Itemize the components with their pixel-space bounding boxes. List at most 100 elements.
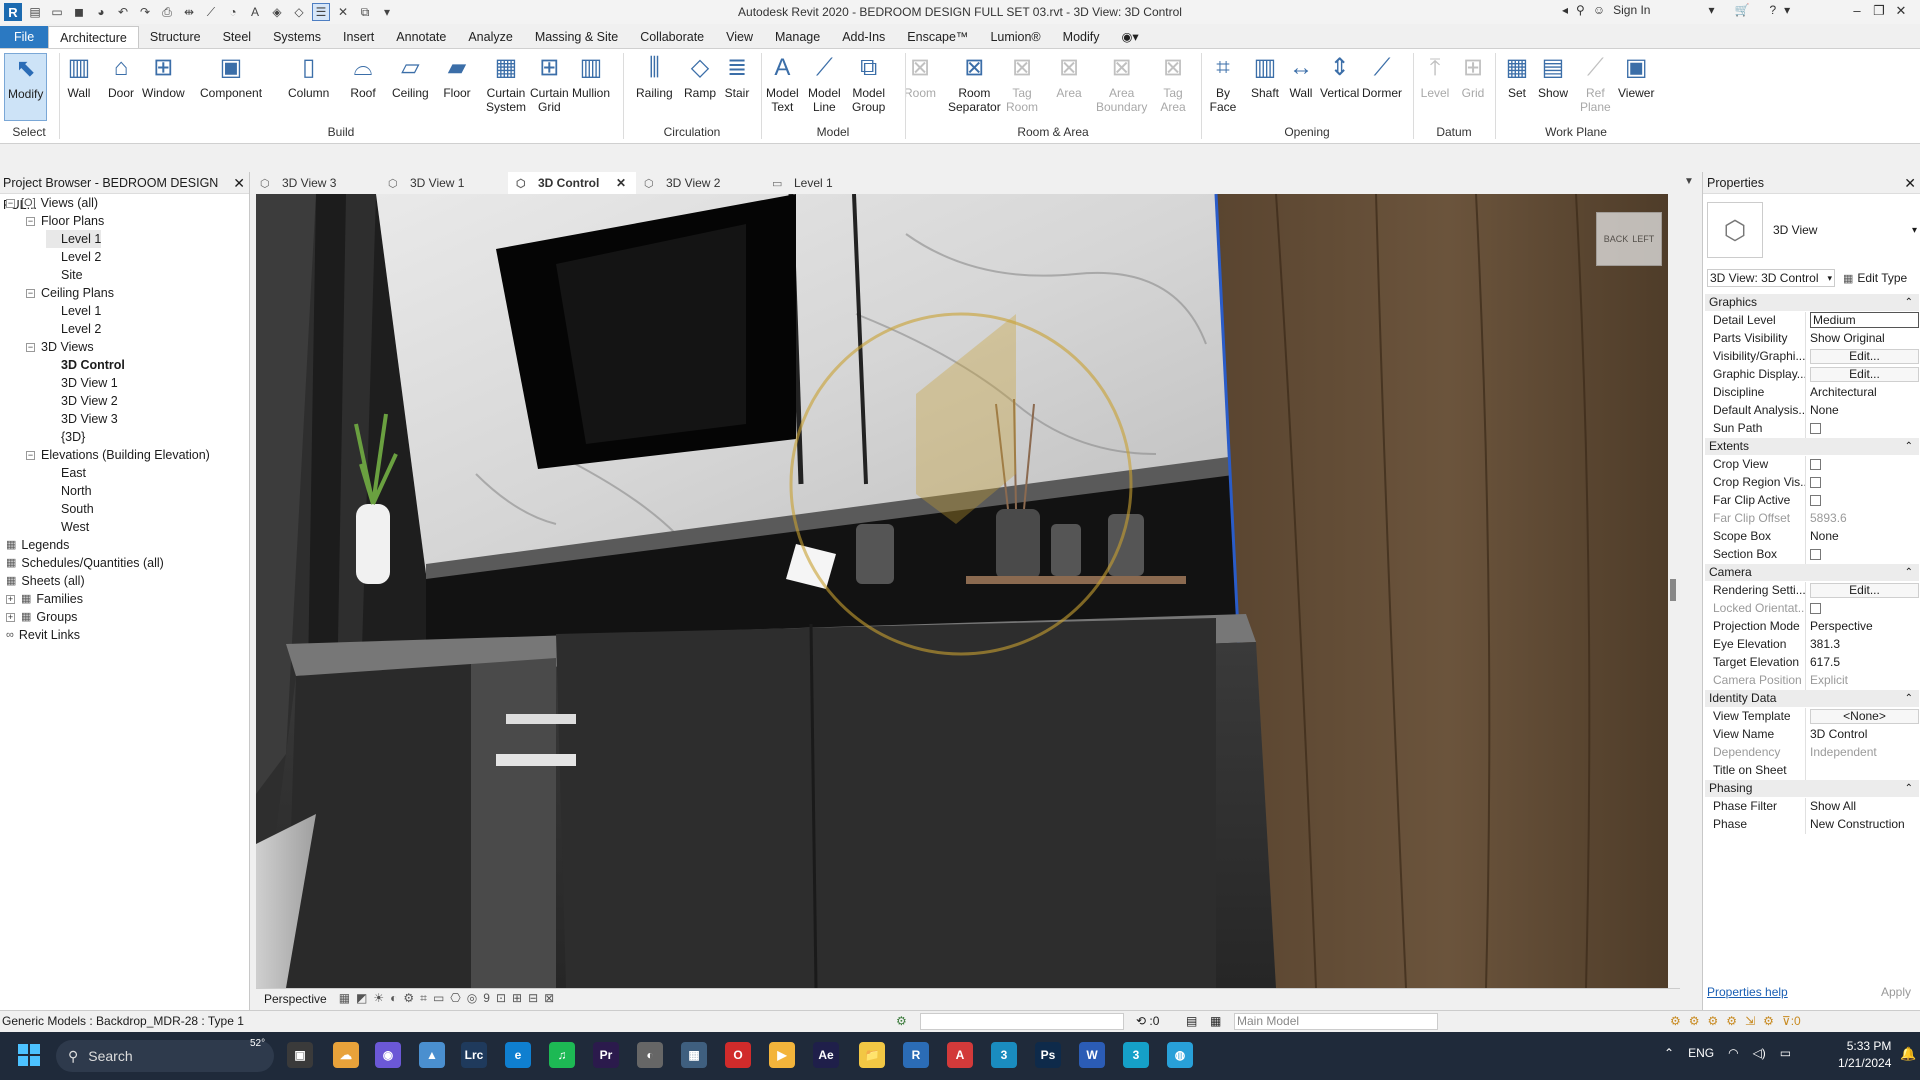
type-dropdown-icon[interactable]: ▾ [1912, 225, 1917, 236]
tree-item[interactable]: West [46, 518, 89, 536]
property-group-header[interactable]: Phasing ⌃ [1705, 780, 1919, 797]
property-value-text[interactable]: 5893.6 [1810, 511, 1847, 525]
taskbar-app-icon[interactable]: ▦ [681, 1042, 707, 1068]
property-value-text[interactable]: 3D Control [1810, 727, 1867, 741]
background-process-icon[interactable]: ⚙ [1763, 1011, 1774, 1032]
property-checkbox[interactable] [1810, 423, 1821, 434]
apply-button[interactable]: Apply [1881, 985, 1911, 999]
room-button[interactable]: ⊠ Room [904, 53, 936, 101]
wifi-icon[interactable]: ◠ [1728, 1046, 1738, 1060]
model-text-button[interactable]: A Model Text [766, 53, 799, 115]
edit-type-button[interactable]: Edit Type [1857, 271, 1907, 285]
scrollbar-thumb[interactable] [1670, 579, 1676, 601]
ribbon-tab[interactable]: Analyze [457, 26, 523, 48]
property-value[interactable]: Medium [1805, 312, 1919, 330]
property-value-text[interactable]: Explicit [1810, 673, 1848, 687]
account-dropdown-icon[interactable]: ▾ [1708, 3, 1714, 17]
view-tab[interactable]: ⬡ 3D View 2 [636, 172, 764, 194]
floor-button[interactable]: ▰ Floor [442, 53, 472, 101]
taskbar-app-icon[interactable]: O [725, 1042, 751, 1068]
cart-icon[interactable]: 🛒 [1734, 3, 1749, 17]
tree-item[interactable]: − Floor Plans [26, 212, 104, 230]
property-checkbox[interactable] [1810, 549, 1821, 560]
property-value[interactable] [1805, 474, 1919, 492]
window-button[interactable]: ⊞ Window [142, 53, 185, 101]
taskbar-app-icon[interactable]: W [1079, 1042, 1105, 1068]
tree-item[interactable]: ▦ Schedules/Quantities (all) [6, 554, 164, 572]
taskbar-app-icon[interactable]: R [903, 1042, 929, 1068]
ramp-button[interactable]: ◇ Ramp [684, 53, 716, 101]
sync-icon[interactable]: ◕ [92, 3, 110, 21]
dimension-icon[interactable]: ⟋ [202, 3, 220, 21]
property-value[interactable]: 617.5 [1805, 654, 1919, 672]
tree-item[interactable]: 3D Control [46, 356, 125, 374]
property-edit-button[interactable]: Edit... [1810, 367, 1919, 382]
taskbar-app-icon[interactable]: Lrc [461, 1042, 487, 1068]
level-button[interactable]: ⤒ Level [1420, 53, 1450, 101]
weather-temperature[interactable]: 52° [250, 1038, 265, 1049]
property-value[interactable] [1805, 456, 1919, 474]
properties-help-link[interactable]: Properties help [1707, 985, 1788, 999]
viewer-button[interactable]: ▣ Viewer [1618, 53, 1654, 101]
taskbar-app-icon[interactable]: A [947, 1042, 973, 1068]
area-button[interactable]: ⊠ Area [1054, 53, 1084, 101]
property-value-text[interactable]: Medium [1810, 312, 1919, 328]
notification-icon[interactable]: 🔔 [1900, 1046, 1916, 1062]
worksharing-icon[interactable]: ⊞ [512, 991, 522, 1006]
curtain-system-button[interactable]: ▦ Curtain System [486, 53, 526, 115]
design-option-dropdown[interactable]: Main Model [1234, 1013, 1438, 1030]
tree-item[interactable]: − Elevations (Building Elevation) [26, 446, 210, 464]
print-icon[interactable]: ⎙ [158, 3, 176, 21]
property-value[interactable]: Show Original [1805, 330, 1919, 348]
minimize-icon[interactable]: – [1846, 3, 1868, 19]
ribbon-panel-label[interactable]: Room & Area [906, 125, 1200, 139]
filter-icon[interactable]: ⊽:0 [1782, 1011, 1801, 1032]
property-value[interactable] [1805, 546, 1919, 564]
ribbon-panel-label[interactable]: Opening [1202, 125, 1412, 139]
ribbon-panel-label[interactable]: Build [60, 125, 622, 139]
property-value[interactable] [1805, 762, 1919, 780]
curtain-grid-button[interactable]: ⊞ Curtain Grid [530, 53, 569, 115]
tree-item[interactable]: North [46, 482, 92, 500]
show-button[interactable]: ▤ Show [1538, 53, 1568, 101]
ribbon-tab[interactable]: Manage [764, 26, 831, 48]
ribbon-tab[interactable]: File [0, 26, 49, 48]
wall-button[interactable]: ↔ Wall [1286, 53, 1316, 101]
component-button[interactable]: ▣ Component [200, 53, 262, 101]
switch-windows-icon[interactable]: ⧉ [356, 3, 374, 21]
start-button[interactable] [18, 1044, 40, 1066]
property-value[interactable]: Independent [1805, 744, 1919, 762]
view-tab[interactable]: ⬡ 3D View 1 [380, 172, 508, 194]
roof-button[interactable]: ⌓ Roof [348, 53, 378, 101]
save-icon[interactable]: ◼ [70, 3, 88, 21]
redo-icon[interactable]: ↷ [136, 3, 154, 21]
expand-toggle-icon[interactable]: − [6, 198, 15, 208]
sun-path-icon[interactable]: ☀ [373, 991, 384, 1006]
select-face-icon[interactable]: ⚙ [1726, 1011, 1737, 1032]
property-value-text[interactable]: New Construction [1810, 817, 1905, 831]
section-icon[interactable]: ◇ [290, 3, 308, 21]
tree-item[interactable]: −3D Views [26, 338, 94, 356]
ribbon-tab[interactable]: Enscape™ [896, 26, 979, 48]
property-value-text[interactable]: Independent [1810, 745, 1877, 759]
help-icon[interactable]: ? [1769, 3, 1776, 17]
tree-item[interactable]: 3D View 2 [46, 392, 118, 410]
ribbon-panel-label[interactable]: Model [762, 125, 904, 139]
sign-in-link[interactable]: Sign In [1613, 3, 1650, 17]
area-boundary-button[interactable]: ⊠ Area Boundary [1096, 53, 1147, 115]
render-icon[interactable]: ⚙ [403, 991, 414, 1006]
dormer-button[interactable]: ⟋ Dormer [1362, 53, 1402, 101]
property-value-text[interactable]: Perspective [1810, 619, 1873, 633]
taskbar-app-icon[interactable]: 3 [1123, 1042, 1149, 1068]
left-arrow-icon[interactable]: ◂ [1562, 3, 1568, 17]
property-group-header[interactable]: Extents ⌃ [1705, 438, 1919, 455]
ribbon-tab[interactable]: Structure [139, 26, 212, 48]
restore-icon[interactable]: ❐ [1868, 3, 1890, 19]
property-value[interactable]: None [1805, 528, 1919, 546]
folder-icon[interactable]: ▭ [48, 3, 66, 21]
shaft-button[interactable]: ▥ Shaft [1250, 53, 1280, 101]
property-value[interactable]: <None> [1805, 708, 1919, 726]
lock-3d-icon[interactable]: ⎔ [450, 991, 460, 1006]
clock[interactable]: 5:33 PM 1/21/2024 [1838, 1038, 1891, 1072]
instance-selector[interactable]: 3D View: 3D Control ▾ [1707, 269, 1835, 287]
